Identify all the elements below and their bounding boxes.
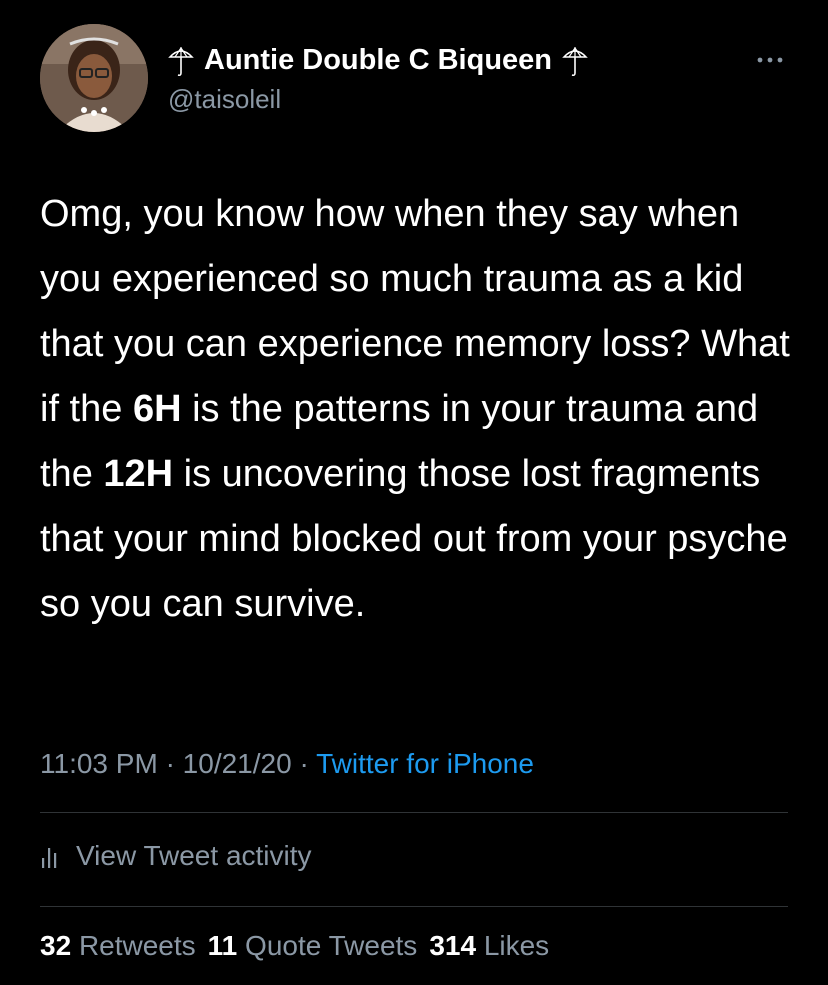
likes-link[interactable]: 314 Likes: [429, 930, 549, 961]
avatar[interactable]: [40, 24, 148, 132]
more-options-icon[interactable]: [752, 48, 788, 72]
divider: [40, 906, 788, 907]
likes-count: 314: [429, 930, 477, 961]
tweet-meta: 11:03 PM · 10/21/20 · Twitter for iPhone: [40, 748, 534, 780]
divider: [40, 812, 788, 813]
tweet-source-link[interactable]: Twitter for iPhone: [316, 748, 534, 779]
umbrella-icon: [562, 46, 588, 77]
retweets-label: Retweets: [78, 930, 196, 961]
tweet-text: Omg, you know how when they say when you…: [40, 182, 800, 637]
tweet-stats: 32 Retweets 11 Quote Tweets 314 Likes: [40, 930, 549, 962]
tweet-time[interactable]: 11:03 PM: [40, 748, 158, 779]
quote-tweets-link[interactable]: 11 Quote Tweets: [208, 930, 418, 961]
quote-tweets-count: 11: [207, 930, 238, 961]
meta-separator: ·: [299, 748, 309, 779]
avatar-photo: [40, 24, 148, 132]
tweet-text-bold-6h: 6H: [132, 388, 182, 430]
tweet-date[interactable]: 10/21/20: [183, 748, 292, 779]
retweets-count: 32: [40, 930, 72, 961]
author-name-row[interactable]: Auntie Double C Biqueen: [168, 40, 588, 80]
tweet-text-bold-12h: 12H: [103, 453, 174, 495]
umbrella-icon: [168, 46, 194, 77]
author-handle[interactable]: @taisoleil: [168, 84, 281, 115]
view-tweet-activity-button[interactable]: View Tweet activity: [40, 836, 312, 876]
author-display-name[interactable]: Auntie Double C Biqueen: [204, 44, 552, 77]
quote-tweets-label: Quote Tweets: [245, 930, 418, 961]
retweets-link[interactable]: 32 Retweets: [40, 930, 196, 961]
bar-chart-icon: [42, 848, 57, 868]
likes-label: Likes: [483, 930, 550, 961]
meta-separator: ·: [165, 748, 175, 779]
view-tweet-activity-label: View Tweet activity: [76, 840, 312, 871]
